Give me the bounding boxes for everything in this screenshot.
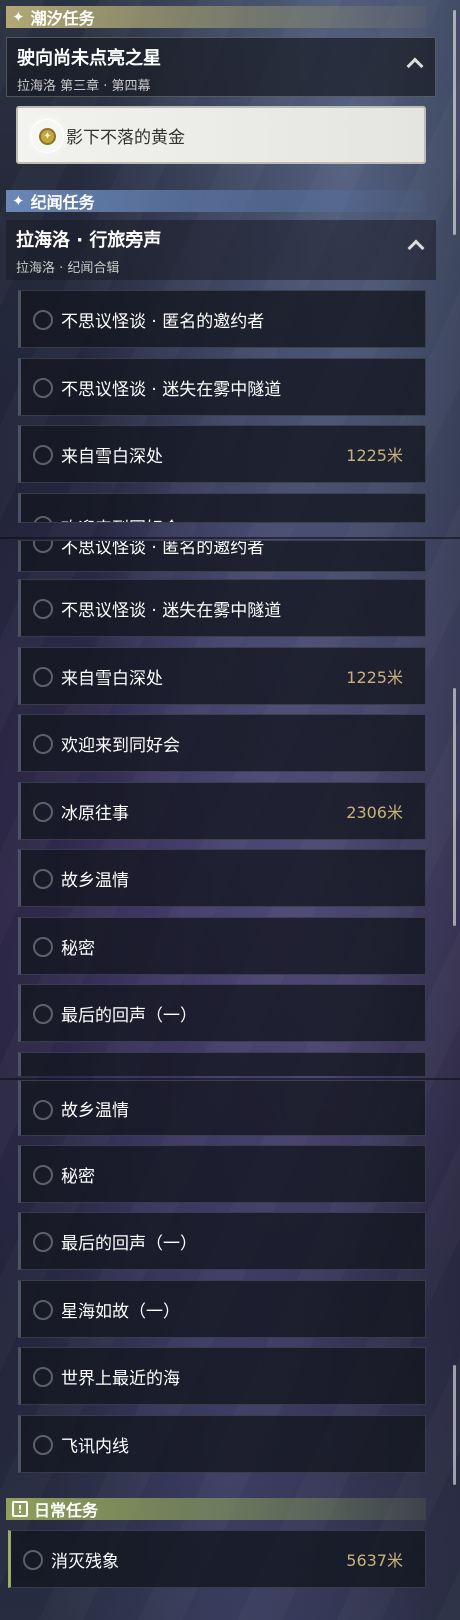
screenshot-seam — [0, 537, 460, 539]
active-quest[interactable]: ✦ 影下不落的黄金 — [16, 106, 426, 164]
quest-item[interactable]: 星海如故（一） — [18, 1280, 426, 1338]
quest-status-circle-icon — [33, 516, 53, 522]
main-chapter-card[interactable]: 驶向尚未点亮之星 拉海洛 第三章 · 第四幕 — [6, 37, 436, 97]
quest-item[interactable]: 冰原往事 2306米 — [18, 782, 426, 840]
quest-item-partial[interactable] — [18, 1052, 426, 1076]
quest-name: 不思议怪谈 · 匿名的邀约者 — [61, 540, 265, 558]
compass-icon: ✦ — [39, 128, 56, 145]
daily-quest-distance: 5637米 — [346, 1551, 403, 1570]
daily-quest-item[interactable]: 消灭残象 5637米 — [8, 1530, 426, 1588]
section-daily-header: ! 日常任务 — [6, 1498, 426, 1520]
quest-status-circle-icon — [33, 1232, 53, 1252]
quest-name: 故乡温情 — [61, 870, 129, 891]
section-daily-title: 日常任务 — [34, 1501, 99, 1520]
main-chapter-title: 驶向尚未点亮之星 — [17, 48, 161, 69]
quest-status-circle-icon — [33, 667, 53, 687]
quest-item[interactable]: 不思议怪谈 · 匿名的邀约者 — [18, 540, 426, 572]
daily-quest-name: 消灭残象 — [51, 1551, 119, 1572]
quest-distance: 2306米 — [346, 803, 403, 822]
quest-name: 秘密 — [61, 1166, 95, 1187]
lore-chapter-title: 拉海洛 · 行旅旁声 — [16, 230, 162, 251]
quest-item[interactable]: 最后的回声（一） — [18, 1212, 426, 1270]
quest-name: 世界上最近的海 — [61, 1368, 180, 1389]
quest-item[interactable]: 不思议怪谈 · 迷失在雾中隧道 — [18, 579, 426, 637]
quest-name: 故乡温情 — [61, 1100, 129, 1121]
quest-name: 欢迎来到同好会 — [61, 735, 180, 756]
quest-item[interactable]: 欢迎来到同好会 — [18, 714, 426, 772]
quest-item[interactable]: 秘密 — [18, 917, 426, 975]
quest-status-circle-icon — [33, 310, 53, 330]
quest-distance: 1225米 — [346, 446, 403, 465]
quest-item[interactable]: 世界上最近的海 — [18, 1347, 426, 1405]
quest-distance: 1225米 — [346, 668, 403, 687]
lore-chapter-subtitle: 拉海洛 · 纪闻合辑 — [16, 261, 120, 276]
quest-status-circle-icon — [33, 599, 53, 619]
quest-name: 欢迎来到同好会 — [61, 494, 403, 522]
quest-item[interactable]: 飞讯内线 — [18, 1415, 426, 1473]
quest-status-circle-icon — [33, 1004, 53, 1024]
active-quest-name: 影下不落的黄金 — [66, 127, 185, 148]
exclamation-icon: ! — [12, 1501, 28, 1517]
quest-item[interactable]: 来自雪白深处 1225米 — [18, 425, 426, 483]
quest-status-circle-icon — [33, 1165, 53, 1185]
quest-item[interactable]: 不思议怪谈 · 匿名的邀约者 — [18, 290, 426, 348]
quest-item[interactable]: 故乡温情 — [18, 849, 426, 907]
quest-item[interactable]: 秘密 — [18, 1145, 426, 1203]
quest-name: 秘密 — [61, 938, 95, 959]
quest-status-circle-icon — [33, 445, 53, 465]
section-tide-title: 潮汐任务 — [30, 9, 95, 28]
quest-status-circle-icon — [33, 1435, 53, 1455]
quest-status-circle-icon — [23, 1550, 43, 1570]
scrollbar-middle[interactable] — [453, 688, 456, 926]
quest-status-circle-icon — [33, 802, 53, 822]
quest-name: 不思议怪谈 · 迷失在雾中隧道 — [61, 379, 282, 400]
quest-status-circle-icon — [33, 937, 53, 957]
quest-status-circle-icon — [33, 541, 53, 553]
section-lore-header: ✦ 纪闻任务 — [6, 190, 426, 212]
scrollbar-top[interactable] — [453, 10, 456, 235]
quest-item[interactable]: 来自雪白深处 1225米 — [18, 647, 426, 705]
quest-item[interactable]: 故乡温情 — [18, 1080, 426, 1136]
quest-item[interactable]: 欢迎来到同好会 — [18, 493, 426, 523]
section-lore-title: 纪闻任务 — [30, 193, 95, 212]
quest-name: 星海如故（一） — [61, 1301, 180, 1322]
quest-name: 不思议怪谈 · 迷失在雾中隧道 — [61, 600, 282, 621]
quest-name: 来自雪白深处 — [61, 446, 163, 467]
quest-item[interactable]: 最后的回声（一） — [18, 984, 426, 1042]
quest-status-circle-icon — [33, 1300, 53, 1320]
quest-name: 不思议怪谈 · 匿名的邀约者 — [61, 311, 265, 332]
scrollbar-bottom[interactable] — [453, 1365, 456, 1485]
quest-status-circle-icon — [33, 1100, 53, 1120]
quest-status-circle-icon — [33, 734, 53, 754]
section-tide-header: ✦ 潮汐任务 — [6, 6, 426, 28]
quest-status-circle-icon — [33, 1367, 53, 1387]
quest-status-circle-icon — [33, 869, 53, 889]
sparkle-icon: ✦ — [12, 192, 25, 210]
quest-name: 来自雪白深处 — [61, 668, 163, 689]
quest-name: 冰原往事 — [61, 803, 129, 824]
quest-name: 最后的回声（一） — [61, 1233, 197, 1254]
quest-name: 最后的回声（一） — [61, 1005, 197, 1026]
main-chapter-subtitle: 拉海洛 第三章 · 第四幕 — [17, 79, 151, 94]
sparkle-icon: ✦ — [12, 8, 25, 26]
lore-chapter-card[interactable]: 拉海洛 · 行旅旁声 拉海洛 · 纪闻合辑 — [6, 220, 436, 280]
quest-name: 飞讯内线 — [61, 1436, 129, 1457]
quest-status-circle-icon — [33, 378, 53, 398]
quest-item[interactable]: 不思议怪谈 · 迷失在雾中隧道 — [18, 358, 426, 416]
